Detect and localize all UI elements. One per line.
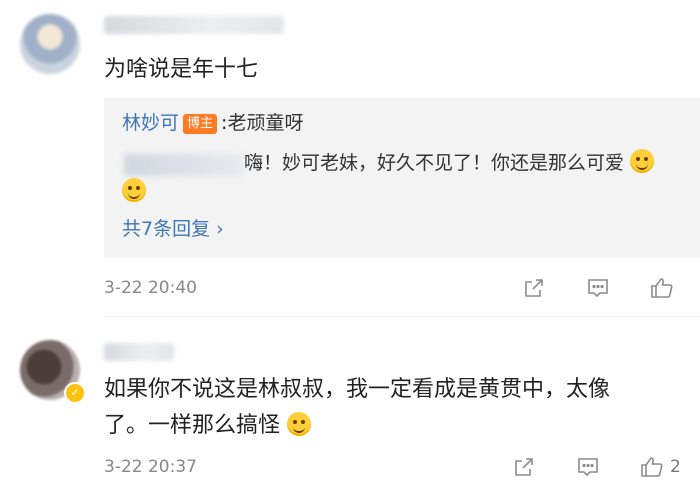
comment-divider xyxy=(104,316,700,317)
comment-actions: 2 xyxy=(512,455,692,481)
reply-author-blurred[interactable] xyxy=(124,154,244,176)
comment-timestamp: 3-22 20:40 xyxy=(104,278,197,298)
share-icon[interactable] xyxy=(512,455,536,479)
comment-text-line-2-content: 了。一样那么搞怪 xyxy=(104,413,281,438)
squint-emoji-icon xyxy=(287,412,312,436)
comment-timestamp: 3-22 20:37 xyxy=(104,457,197,477)
like-count: 2 xyxy=(670,457,681,477)
comment-actions xyxy=(522,276,692,302)
view-more-replies-link[interactable]: 共7条回复 › xyxy=(122,214,224,244)
comment-item: 为啥说是年十七 林妙可 博主:老顽童呀 嗨！妙可老妹，好久不见了！你还是那么可爱 … xyxy=(0,0,700,318)
comment-text: 为啥说是年十七 xyxy=(104,57,259,82)
grin-emoji-icon xyxy=(122,178,146,202)
reply-text-2-content: 嗨！妙可老妹，好久不见了！你还是那么可爱 xyxy=(244,152,625,174)
comment-icon[interactable] xyxy=(576,455,600,479)
reply-line: 林妙可 博主:老顽童呀 xyxy=(122,108,303,138)
smile-emoji-icon xyxy=(630,149,655,173)
reply-line-2: 嗨！妙可老妹，好久不见了！你还是那么可爱 xyxy=(122,148,697,208)
host-badge: 博主 xyxy=(183,114,218,134)
username-blurred[interactable] xyxy=(104,16,284,34)
comment-text: 如果你不说这是林叔叔，我一定看成是黄贯中，太像 了。一样那么搞怪 xyxy=(104,372,694,444)
reply-text-2: 嗨！妙可老妹，好久不见了！你还是那么可爱 xyxy=(244,148,655,178)
share-icon[interactable] xyxy=(522,276,546,300)
thumbs-up-icon[interactable]: 2 xyxy=(640,455,681,479)
avatar[interactable] xyxy=(20,14,80,74)
reply-preview[interactable]: 林妙可 博主:老顽童呀 嗨！妙可老妹，好久不见了！你还是那么可爱 共7条回复 › xyxy=(104,98,700,258)
reply-author[interactable]: 林妙可 xyxy=(122,112,179,134)
comment-text-line-2: 了。一样那么搞怪 xyxy=(104,408,694,444)
comment-icon[interactable] xyxy=(586,276,610,300)
username-blurred[interactable] xyxy=(104,343,174,361)
comment-text-line-1: 如果你不说这是林叔叔，我一定看成是黄贯中，太像 xyxy=(104,377,611,402)
verified-badge-icon: ✓ xyxy=(64,382,86,404)
thumbs-up-icon[interactable] xyxy=(650,276,674,300)
reply-text: 老顽童呀 xyxy=(227,112,304,134)
